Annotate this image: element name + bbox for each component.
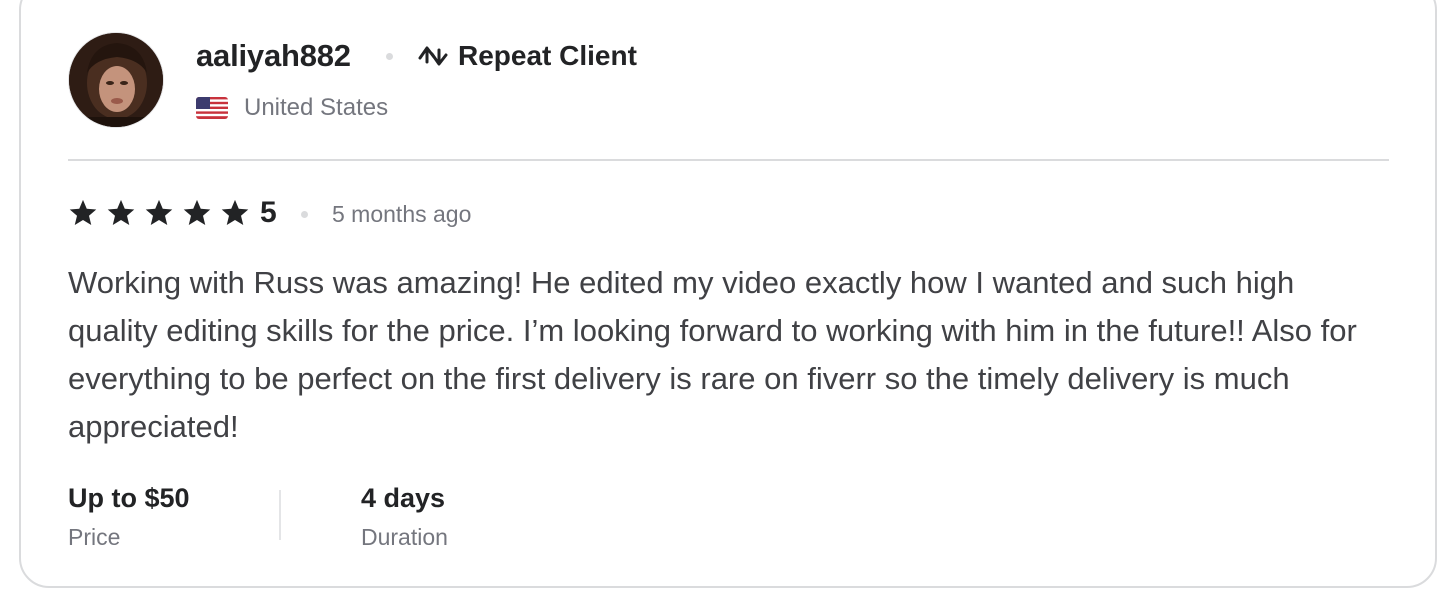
duration-detail: 4 days Duration	[361, 480, 448, 553]
review-time-ago: 5 months ago	[332, 201, 472, 227]
country-name: United States	[244, 94, 389, 121]
rating-value: 5	[260, 196, 277, 229]
details-divider	[279, 490, 281, 540]
header-divider	[68, 159, 1389, 161]
price-detail: Up to $50 Price	[68, 480, 190, 553]
price-label: Price	[68, 524, 121, 550]
reviewer-country: United States	[196, 92, 388, 124]
duration-label: Duration	[361, 524, 448, 550]
star-icon	[183, 199, 211, 225]
price-value: Up to $50	[68, 483, 190, 513]
repeat-arrows-icon	[418, 46, 448, 66]
avatar[interactable]	[68, 32, 164, 128]
separator-dot	[386, 53, 393, 60]
repeat-client-badge: Repeat Client	[416, 36, 637, 76]
star-rating: 5	[68, 196, 277, 230]
reviewer-username[interactable]: aaliyah882	[196, 36, 351, 76]
duration-value: 4 days	[361, 483, 446, 513]
star-icon	[69, 199, 97, 225]
repeat-client-label: Repeat Client	[458, 40, 637, 71]
review-text: Working with Russ was amazing! He edited…	[68, 265, 1357, 444]
star-icon	[221, 199, 249, 225]
star-icon	[145, 199, 173, 225]
separator-dot	[301, 211, 308, 218]
us-flag-icon	[196, 97, 228, 119]
star-icon	[107, 199, 135, 225]
